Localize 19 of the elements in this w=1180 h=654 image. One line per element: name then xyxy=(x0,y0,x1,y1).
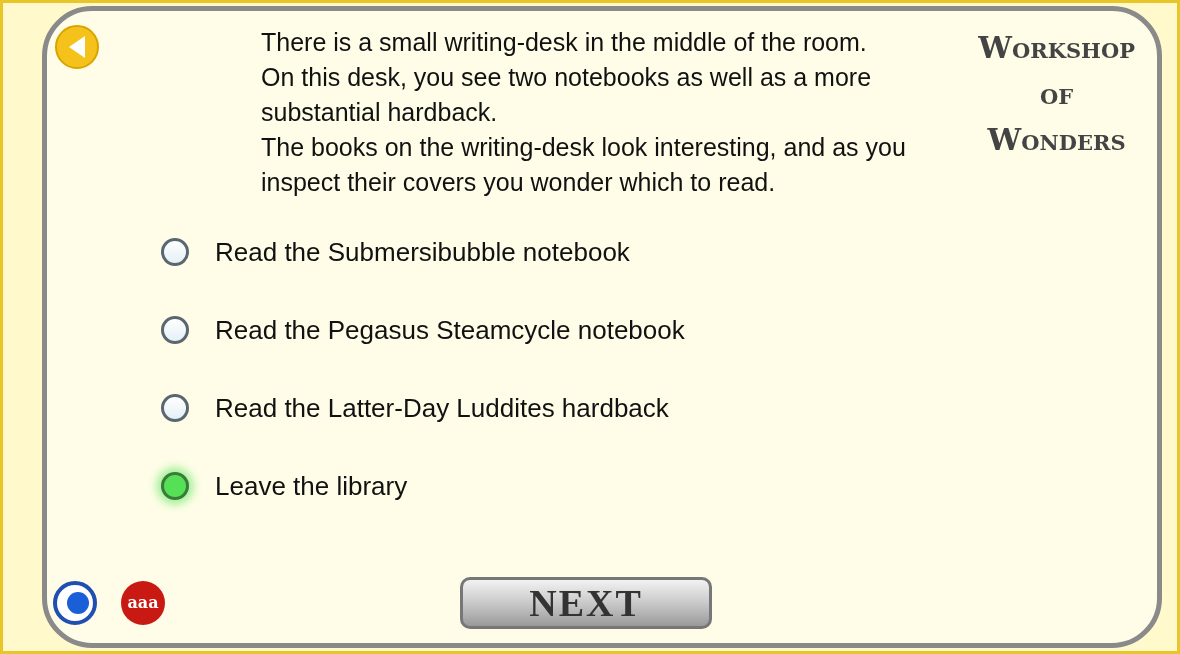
game-title: of xyxy=(1040,75,1074,113)
night-mode-button[interactable] xyxy=(53,581,97,625)
back-arrow-icon xyxy=(67,34,87,60)
story-paragraph: There is a small writing-desk in the middle of the room. xyxy=(261,27,868,58)
choice-label[interactable]: Read the Latter-Day Luddites hardback xyxy=(215,388,669,428)
game-title: Workshop xyxy=(978,29,1135,67)
choice-label[interactable]: Read the Pegasus Steamcycle notebook xyxy=(215,310,685,350)
text-size-button[interactable]: aaa xyxy=(121,581,165,625)
moon-disk-icon xyxy=(67,592,89,614)
story-paragraph: On this desk, you see two notebooks as well as a more substantial hardback. xyxy=(261,62,873,128)
story-paragraph: The books on the writing-desk look interesting, and as you inspect their covers you wonder which to read. xyxy=(261,132,907,198)
choice-label[interactable]: Read the Submersibubble notebook xyxy=(215,232,630,272)
game-title: Wonders xyxy=(987,121,1126,159)
radio-button[interactable] xyxy=(161,394,189,422)
radio-button[interactable] xyxy=(161,238,189,266)
choice-label[interactable]: Leave the library xyxy=(215,466,408,506)
next-button[interactable]: NEXT xyxy=(460,577,712,629)
radio-button[interactable] xyxy=(161,472,189,500)
radio-button[interactable] xyxy=(161,316,189,344)
